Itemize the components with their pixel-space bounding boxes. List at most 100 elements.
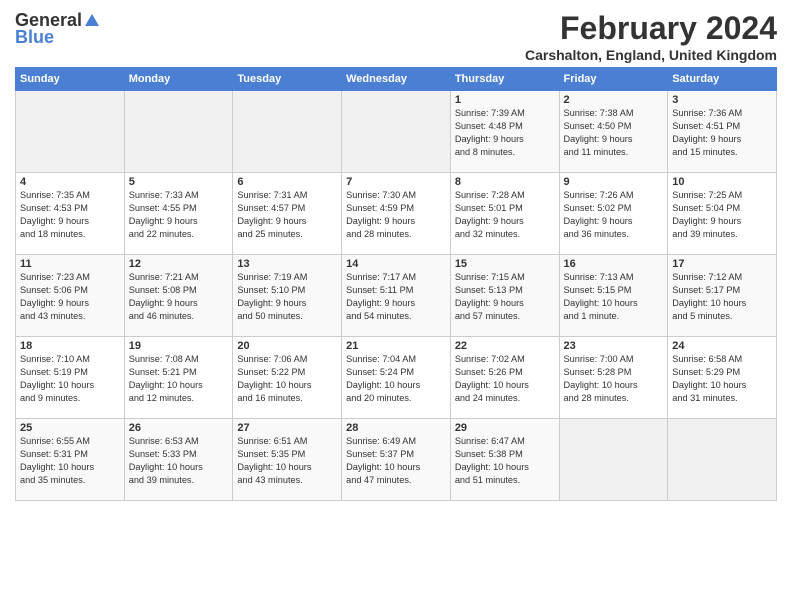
cell-w2-d6: 10Sunrise: 7:25 AM Sunset: 5:04 PM Dayli… (668, 173, 777, 255)
cell-w2-d2: 6Sunrise: 7:31 AM Sunset: 4:57 PM Daylig… (233, 173, 342, 255)
cell-w2-d3: 7Sunrise: 7:30 AM Sunset: 4:59 PM Daylig… (342, 173, 451, 255)
cell-w5-d0: 25Sunrise: 6:55 AM Sunset: 5:31 PM Dayli… (16, 419, 125, 501)
day-number: 11 (20, 258, 120, 270)
page-title: February 2024 (525, 10, 777, 47)
day-number: 20 (237, 340, 337, 352)
day-info: Sunrise: 7:26 AM Sunset: 5:02 PM Dayligh… (564, 189, 664, 241)
day-info: Sunrise: 7:13 AM Sunset: 5:15 PM Dayligh… (564, 271, 664, 323)
cell-w5-d3: 28Sunrise: 6:49 AM Sunset: 5:37 PM Dayli… (342, 419, 451, 501)
day-info: Sunrise: 7:19 AM Sunset: 5:10 PM Dayligh… (237, 271, 337, 323)
header: General Blue February 2024 Carshalton, E… (15, 10, 777, 63)
cell-w3-d5: 16Sunrise: 7:13 AM Sunset: 5:15 PM Dayli… (559, 255, 668, 337)
day-info: Sunrise: 7:10 AM Sunset: 5:19 PM Dayligh… (20, 353, 120, 405)
day-number: 9 (564, 176, 664, 188)
cell-w4-d6: 24Sunrise: 6:58 AM Sunset: 5:29 PM Dayli… (668, 337, 777, 419)
header-friday: Friday (559, 68, 668, 91)
day-number: 5 (129, 176, 229, 188)
day-number: 14 (346, 258, 446, 270)
day-info: Sunrise: 7:35 AM Sunset: 4:53 PM Dayligh… (20, 189, 120, 241)
day-number: 26 (129, 422, 229, 434)
day-number: 29 (455, 422, 555, 434)
day-number: 21 (346, 340, 446, 352)
logo-icon (83, 12, 101, 30)
calendar-table: Sunday Monday Tuesday Wednesday Thursday… (15, 67, 777, 501)
day-number: 13 (237, 258, 337, 270)
cell-w4-d1: 19Sunrise: 7:08 AM Sunset: 5:21 PM Dayli… (124, 337, 233, 419)
logo: General Blue (15, 10, 102, 48)
day-info: Sunrise: 7:12 AM Sunset: 5:17 PM Dayligh… (672, 271, 772, 323)
cell-w4-d2: 20Sunrise: 7:06 AM Sunset: 5:22 PM Dayli… (233, 337, 342, 419)
cell-w3-d3: 14Sunrise: 7:17 AM Sunset: 5:11 PM Dayli… (342, 255, 451, 337)
day-info: Sunrise: 7:31 AM Sunset: 4:57 PM Dayligh… (237, 189, 337, 241)
cell-w1-d6: 3Sunrise: 7:36 AM Sunset: 4:51 PM Daylig… (668, 91, 777, 173)
day-number: 15 (455, 258, 555, 270)
day-number: 16 (564, 258, 664, 270)
day-info: Sunrise: 7:23 AM Sunset: 5:06 PM Dayligh… (20, 271, 120, 323)
day-info: Sunrise: 7:15 AM Sunset: 5:13 PM Dayligh… (455, 271, 555, 323)
cell-w3-d6: 17Sunrise: 7:12 AM Sunset: 5:17 PM Dayli… (668, 255, 777, 337)
day-info: Sunrise: 7:38 AM Sunset: 4:50 PM Dayligh… (564, 107, 664, 159)
calendar-header: Sunday Monday Tuesday Wednesday Thursday… (16, 68, 777, 91)
day-info: Sunrise: 7:21 AM Sunset: 5:08 PM Dayligh… (129, 271, 229, 323)
week-row-5: 25Sunrise: 6:55 AM Sunset: 5:31 PM Dayli… (16, 419, 777, 501)
header-tuesday: Tuesday (233, 68, 342, 91)
cell-w5-d5 (559, 419, 668, 501)
day-number: 24 (672, 340, 772, 352)
cell-w2-d0: 4Sunrise: 7:35 AM Sunset: 4:53 PM Daylig… (16, 173, 125, 255)
day-number: 17 (672, 258, 772, 270)
day-info: Sunrise: 7:25 AM Sunset: 5:04 PM Dayligh… (672, 189, 772, 241)
header-saturday: Saturday (668, 68, 777, 91)
header-wednesday: Wednesday (342, 68, 451, 91)
cell-w5-d1: 26Sunrise: 6:53 AM Sunset: 5:33 PM Dayli… (124, 419, 233, 501)
page-container: General Blue February 2024 Carshalton, E… (0, 0, 792, 511)
day-number: 27 (237, 422, 337, 434)
day-info: Sunrise: 6:58 AM Sunset: 5:29 PM Dayligh… (672, 353, 772, 405)
header-thursday: Thursday (450, 68, 559, 91)
logo-blue-text: Blue (15, 27, 54, 48)
day-number: 10 (672, 176, 772, 188)
page-subtitle: Carshalton, England, United Kingdom (525, 47, 777, 63)
title-area: February 2024 Carshalton, England, Unite… (525, 10, 777, 63)
cell-w1-d3 (342, 91, 451, 173)
day-info: Sunrise: 6:53 AM Sunset: 5:33 PM Dayligh… (129, 435, 229, 487)
calendar-body: 1Sunrise: 7:39 AM Sunset: 4:48 PM Daylig… (16, 91, 777, 501)
day-number: 25 (20, 422, 120, 434)
day-info: Sunrise: 7:39 AM Sunset: 4:48 PM Dayligh… (455, 107, 555, 159)
day-info: Sunrise: 7:28 AM Sunset: 5:01 PM Dayligh… (455, 189, 555, 241)
cell-w4-d3: 21Sunrise: 7:04 AM Sunset: 5:24 PM Dayli… (342, 337, 451, 419)
header-monday: Monday (124, 68, 233, 91)
day-number: 22 (455, 340, 555, 352)
day-number: 1 (455, 94, 555, 106)
day-info: Sunrise: 7:08 AM Sunset: 5:21 PM Dayligh… (129, 353, 229, 405)
day-info: Sunrise: 7:02 AM Sunset: 5:26 PM Dayligh… (455, 353, 555, 405)
day-info: Sunrise: 7:17 AM Sunset: 5:11 PM Dayligh… (346, 271, 446, 323)
day-info: Sunrise: 6:49 AM Sunset: 5:37 PM Dayligh… (346, 435, 446, 487)
day-info: Sunrise: 6:51 AM Sunset: 5:35 PM Dayligh… (237, 435, 337, 487)
cell-w1-d5: 2Sunrise: 7:38 AM Sunset: 4:50 PM Daylig… (559, 91, 668, 173)
cell-w1-d2 (233, 91, 342, 173)
day-info: Sunrise: 7:06 AM Sunset: 5:22 PM Dayligh… (237, 353, 337, 405)
cell-w3-d0: 11Sunrise: 7:23 AM Sunset: 5:06 PM Dayli… (16, 255, 125, 337)
day-info: Sunrise: 7:00 AM Sunset: 5:28 PM Dayligh… (564, 353, 664, 405)
cell-w5-d4: 29Sunrise: 6:47 AM Sunset: 5:38 PM Dayli… (450, 419, 559, 501)
cell-w5-d6 (668, 419, 777, 501)
day-info: Sunrise: 6:55 AM Sunset: 5:31 PM Dayligh… (20, 435, 120, 487)
cell-w1-d1 (124, 91, 233, 173)
cell-w4-d0: 18Sunrise: 7:10 AM Sunset: 5:19 PM Dayli… (16, 337, 125, 419)
cell-w1-d0 (16, 91, 125, 173)
day-number: 28 (346, 422, 446, 434)
cell-w3-d4: 15Sunrise: 7:15 AM Sunset: 5:13 PM Dayli… (450, 255, 559, 337)
day-number: 23 (564, 340, 664, 352)
header-sunday: Sunday (16, 68, 125, 91)
cell-w2-d5: 9Sunrise: 7:26 AM Sunset: 5:02 PM Daylig… (559, 173, 668, 255)
cell-w3-d2: 13Sunrise: 7:19 AM Sunset: 5:10 PM Dayli… (233, 255, 342, 337)
cell-w4-d4: 22Sunrise: 7:02 AM Sunset: 5:26 PM Dayli… (450, 337, 559, 419)
day-info: Sunrise: 6:47 AM Sunset: 5:38 PM Dayligh… (455, 435, 555, 487)
header-row: Sunday Monday Tuesday Wednesday Thursday… (16, 68, 777, 91)
day-number: 4 (20, 176, 120, 188)
week-row-3: 11Sunrise: 7:23 AM Sunset: 5:06 PM Dayli… (16, 255, 777, 337)
week-row-2: 4Sunrise: 7:35 AM Sunset: 4:53 PM Daylig… (16, 173, 777, 255)
cell-w4-d5: 23Sunrise: 7:00 AM Sunset: 5:28 PM Dayli… (559, 337, 668, 419)
day-info: Sunrise: 7:04 AM Sunset: 5:24 PM Dayligh… (346, 353, 446, 405)
cell-w2-d1: 5Sunrise: 7:33 AM Sunset: 4:55 PM Daylig… (124, 173, 233, 255)
